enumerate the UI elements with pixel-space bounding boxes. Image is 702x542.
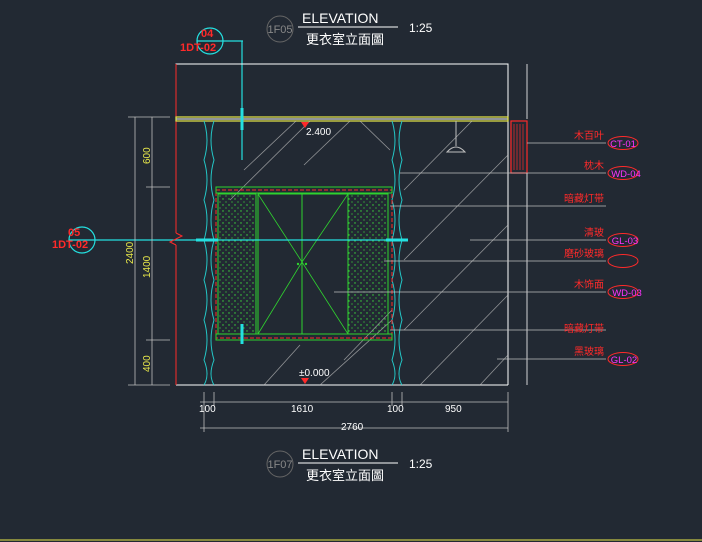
section-number: 05	[68, 227, 80, 239]
callout-code: CT-01	[610, 139, 636, 150]
title-code: 1F07	[267, 459, 292, 471]
cabinet	[215, 186, 393, 341]
dim-100-left: 100	[199, 404, 216, 415]
title-heading: ELEVATION	[302, 10, 379, 26]
dim-total: 2760	[341, 422, 364, 433]
callout-label: 枕木	[584, 159, 604, 172]
elevation-drawing: 1F05 ELEVATION 更衣室立面圖 1:25 04 1DT-02 05 …	[0, 10, 702, 541]
callout-code: WD-04	[611, 169, 641, 180]
title-block-bottom: 1F07 ELEVATION 更衣室立面圖 1:25	[266, 446, 433, 483]
callout-label: 暗藏灯带	[564, 192, 604, 205]
section-ref: 1DT-02	[52, 239, 88, 251]
title-block-top: 1F05 ELEVATION 更衣室立面圖 1:25	[266, 10, 433, 47]
callout-code: WD-03	[612, 288, 642, 299]
level-floor: ±0.000	[299, 368, 330, 384]
callout-label: 黑玻璃	[574, 345, 604, 358]
title-heading: ELEVATION	[302, 446, 379, 462]
callout-label: 磨砂玻璃	[564, 247, 604, 260]
callout-label: 木百叶	[574, 130, 604, 142]
left-wall	[203, 120, 215, 386]
dim-600: 600	[142, 147, 153, 164]
section-ref: 1DT-02	[180, 42, 216, 54]
section-number: 04	[201, 28, 214, 40]
title-subtitle: 更衣室立面圖	[306, 468, 384, 483]
wood-louver	[510, 120, 528, 174]
callout-label: 木饰面	[574, 278, 604, 291]
title-subtitle: 更衣室立面圖	[306, 32, 384, 47]
callout-list: 木百叶 CT-01 枕木 WD-04 暗藏灯带 清玻 GL-03 磨砂玻璃 木饰…	[564, 130, 642, 366]
callout-label: 暗藏灯带	[564, 322, 604, 335]
level-ceiling-text: 2.400	[306, 127, 331, 138]
callout-label: 清玻	[584, 226, 604, 239]
dim-1400: 1400	[142, 255, 153, 278]
title-scale: 1:25	[409, 457, 433, 471]
level-floor-text: ±0.000	[299, 368, 330, 379]
dim-100-right: 100	[387, 404, 404, 415]
level-ceiling: 2.400	[301, 122, 331, 138]
dim-1610: 1610	[291, 404, 314, 415]
shower-head-icon	[445, 121, 467, 153]
frosted-panel-right	[347, 193, 389, 335]
dim-950: 950	[445, 404, 462, 415]
callout-code: GL-03	[612, 236, 638, 247]
frosted-panel-left	[217, 193, 257, 335]
right-wall	[391, 120, 403, 386]
title-code: 1F05	[267, 24, 292, 36]
dim-400: 400	[142, 355, 153, 372]
title-scale: 1:25	[409, 21, 433, 35]
callout-code: GL-02	[611, 355, 637, 366]
dim-2400: 2400	[125, 241, 136, 264]
